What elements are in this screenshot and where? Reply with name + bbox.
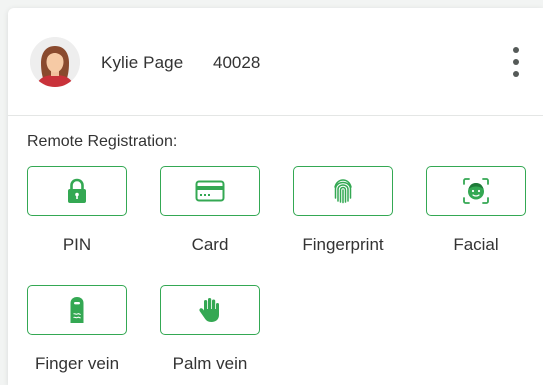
card-register-button[interactable] — [160, 166, 260, 216]
finger-vein-label: Finger vein — [34, 354, 120, 373]
card-label: Card — [191, 235, 229, 254]
user-id: 40028 — [213, 53, 261, 72]
user-card: Kylie Page 40028 Remote Registration: PI… — [8, 8, 543, 385]
card-icon — [195, 180, 225, 202]
user-header: Kylie Page 40028 — [8, 8, 543, 116]
more-vertical-icon — [513, 47, 519, 53]
face-scan-icon — [463, 178, 489, 204]
more-dot — [513, 59, 519, 65]
avatar — [30, 37, 80, 87]
palm-vein-register-button[interactable] — [160, 285, 260, 335]
lock-icon — [68, 178, 86, 203]
user-name: Kylie Page — [101, 53, 184, 72]
fingerprint-label: Fingerprint — [302, 235, 384, 254]
finger-vein-register-button[interactable] — [27, 285, 127, 335]
finger-vein-icon — [70, 297, 84, 323]
pin-register-button[interactable] — [27, 166, 127, 216]
fingerprint-icon — [334, 179, 352, 204]
more-options-button[interactable] — [504, 44, 528, 80]
avatar-image — [30, 37, 80, 87]
fingerprint-register-button[interactable] — [293, 166, 393, 216]
palm-vein-label: Palm vein — [172, 354, 248, 373]
pin-label: PIN — [62, 235, 92, 254]
facial-register-button[interactable] — [426, 166, 526, 216]
facial-label: Facial — [453, 235, 499, 254]
more-dot — [513, 71, 519, 77]
section-title: Remote Registration: — [27, 133, 178, 150]
palm-icon — [199, 298, 219, 322]
